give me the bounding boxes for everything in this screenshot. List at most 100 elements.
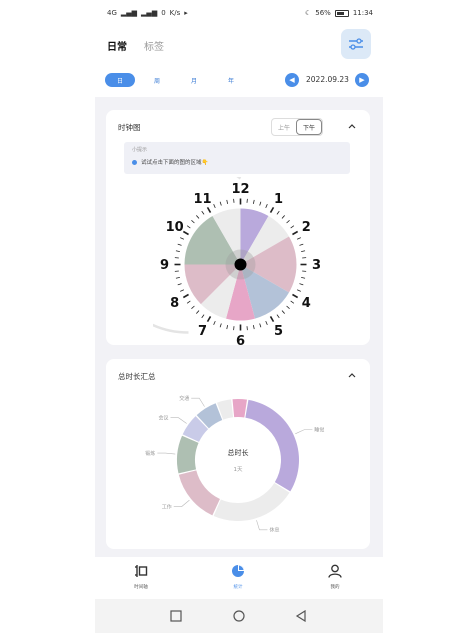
- nav-profile[interactable]: 我的: [315, 563, 355, 590]
- donut-label-line: [191, 397, 205, 407]
- clock-hour-label: 3: [312, 258, 321, 273]
- clock-tick: [290, 300, 295, 304]
- chevron-left-icon: ◀: [289, 76, 295, 84]
- clock-tick: [196, 310, 200, 314]
- back-triangle-icon[interactable]: [295, 610, 307, 622]
- next-date-button[interactable]: ▶: [355, 73, 369, 87]
- donut-label-line: [295, 429, 313, 435]
- nav-timeline[interactable]: 时间轴: [121, 563, 161, 590]
- clock-hour-label: 9: [160, 258, 169, 273]
- am-button[interactable]: 上午: [272, 119, 296, 135]
- status-right: ☾ 56% 11:34: [305, 9, 373, 17]
- clock-tick: [175, 276, 180, 279]
- donut-label-line: [173, 499, 190, 507]
- donut-slice-label: 休息: [269, 527, 279, 534]
- collapse-chevron-icon[interactable]: [347, 370, 357, 380]
- clock-tick: [191, 305, 195, 309]
- clock-tick: [290, 225, 295, 229]
- tip-dot: [132, 160, 137, 165]
- clock-tick: [201, 314, 205, 319]
- clock-tick: [292, 230, 299, 236]
- square-icon[interactable]: [170, 610, 182, 622]
- sliders-icon: [349, 38, 363, 50]
- tip-box: 小提示 试试点击下面的图的区域👇: [124, 142, 350, 174]
- chevron-right-icon: ▶: [359, 76, 365, 84]
- tab-daily[interactable]: 日常: [107, 38, 127, 53]
- clock-tick: [206, 316, 212, 323]
- clock-tick: [177, 283, 182, 286]
- tab-tags[interactable]: 标签: [144, 38, 164, 53]
- donut-slice[interactable]: [232, 399, 247, 418]
- clock-tick: [252, 199, 255, 204]
- clock-tick: [276, 314, 280, 319]
- clock-tick: [276, 210, 280, 215]
- clock-tick: [213, 204, 216, 209]
- signal-icon-2: ▂▄▆: [141, 9, 158, 17]
- moon-icon: ☾: [304, 9, 312, 17]
- clock-hour-label: 2: [302, 220, 311, 235]
- donut-slice-label: 工作: [162, 503, 172, 510]
- collapse-chevron-icon[interactable]: [347, 121, 357, 131]
- clock-time: 11:34: [352, 9, 373, 17]
- clock-tick: [296, 237, 301, 240]
- nav-timeline-label: 时间轴: [134, 585, 148, 590]
- current-date: 2022.09.23: [306, 75, 349, 84]
- clock-tick: [292, 293, 299, 299]
- clock-hour-label: 5: [274, 324, 283, 339]
- period-week[interactable]: 周: [142, 73, 172, 87]
- clock-tick: [299, 283, 304, 286]
- clock-tick: [286, 305, 290, 309]
- clock-hour-label: 8: [170, 296, 179, 311]
- battery-percent: 56%: [315, 9, 331, 17]
- clock-tick: [213, 320, 216, 325]
- donut-slice[interactable]: [178, 470, 220, 516]
- period-selector: 日 周 月 年: [105, 73, 253, 87]
- clock-tick: [226, 199, 229, 204]
- tip-text: 试试点击下面的图的区域👇: [141, 160, 209, 166]
- nav-stats[interactable]: 统计: [218, 563, 258, 590]
- battery-icon: [334, 9, 349, 17]
- clock-tick: [182, 230, 189, 236]
- phone-screen: 4G ▂▄▆ ▂▄▆ 0 K/s ▸ ☾ 56% 11:34 日常 标签 日 周…: [95, 0, 383, 633]
- status-left: 4G ▂▄▆ ▂▄▆ 0 K/s ▸: [107, 9, 188, 17]
- summary-card: 总时长汇总 睡觉 休息 工作 锻炼 会议 交通 总时长 1天: [106, 359, 370, 549]
- nav-profile-label: 我的: [330, 585, 340, 590]
- donut-slice[interactable]: [213, 483, 290, 521]
- clock-tick: [219, 323, 222, 328]
- net-speed-unit: K/s: [169, 9, 181, 17]
- prev-date-button[interactable]: ◀: [285, 73, 299, 87]
- donut-slice-label: 交通: [179, 395, 189, 402]
- net-speed: 0: [161, 9, 166, 17]
- summary-donut-chart[interactable]: 睡觉休息 工作 锻炼 会议 交通总时长 1天: [106, 383, 370, 549]
- content-area[interactable]: 时钟图 上午 下午 小提示 试试点击下面的图的区域👇 12 1 2 3 4 5 6 7 8 9 10…: [95, 97, 383, 557]
- donut-label-line: [157, 452, 176, 455]
- donut-slice-label: 会议: [158, 414, 168, 421]
- period-year[interactable]: 年: [216, 73, 246, 87]
- donut-slice[interactable]: [245, 399, 299, 492]
- donut-label-line: [170, 417, 187, 424]
- bottom-nav: 时间轴 统计 我的: [95, 557, 383, 599]
- clock-hour-label: 12: [231, 182, 249, 197]
- clock-hour-label: 6: [236, 334, 245, 349]
- donut-slice-label: 锻炼: [145, 450, 155, 457]
- clock-tick: [259, 323, 262, 328]
- clock-tick: [281, 215, 285, 219]
- app-header: 日常 标签: [95, 28, 383, 62]
- circle-icon[interactable]: [233, 610, 245, 622]
- clock-center-dot: [234, 258, 247, 271]
- period-month[interactable]: 月: [179, 73, 209, 87]
- nav-stats-label: 统计: [233, 585, 243, 590]
- clock-hour-label: 4: [302, 296, 311, 311]
- clock-tick: [259, 201, 262, 206]
- pm-button[interactable]: 下午: [296, 119, 322, 135]
- period-day[interactable]: 日: [105, 73, 135, 87]
- filter-button[interactable]: [341, 29, 371, 59]
- date-bar: 日 周 月 年 ◀ 2022.09.23 ▶: [95, 64, 383, 96]
- tip-title: 小提示: [132, 147, 148, 153]
- clock-chart[interactable]: 121234567891011: [153, 177, 328, 352]
- donut-slice[interactable]: [177, 435, 199, 474]
- status-bar: 4G ▂▄▆ ▂▄▆ 0 K/s ▸ ☾ 56% 11:34: [95, 0, 383, 28]
- pie-chart-icon: [232, 565, 244, 577]
- clock-tick: [301, 276, 306, 279]
- clock-hour-label: 7: [198, 324, 207, 339]
